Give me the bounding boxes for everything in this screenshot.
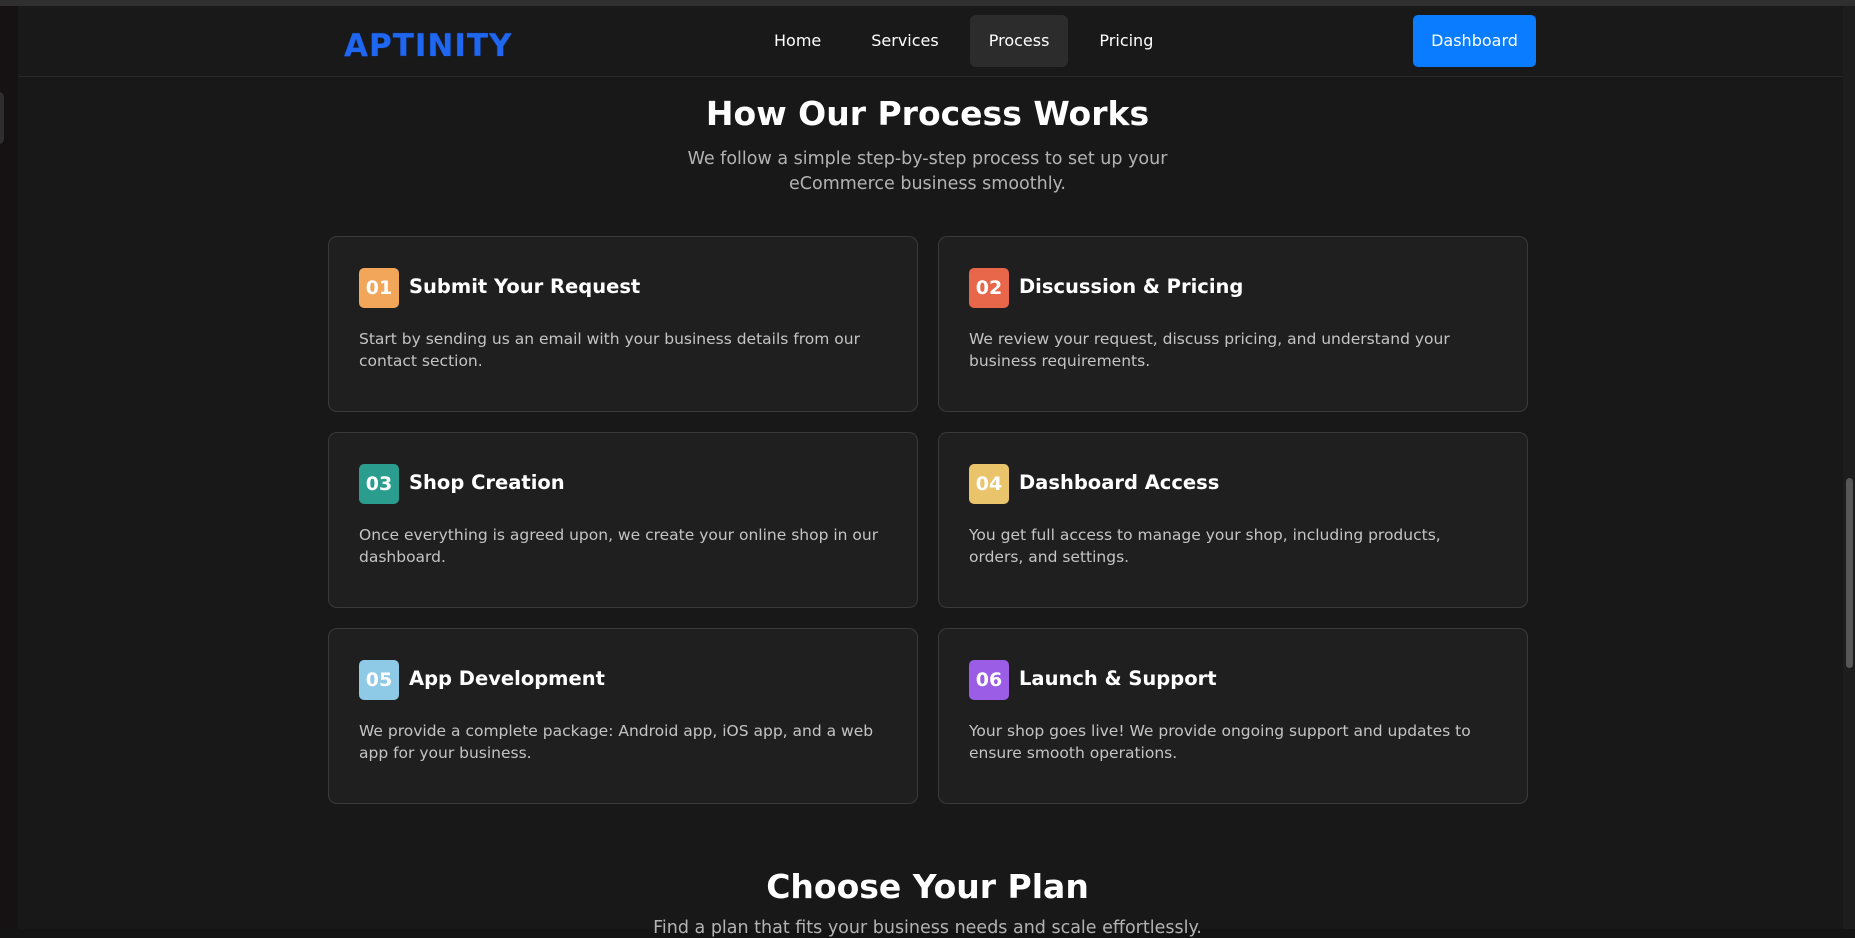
process-section-subtitle: We follow a simple step-by-step process … <box>687 149 1168 194</box>
step-number-badge: 01 <box>359 268 399 308</box>
step-number-badge: 04 <box>969 464 1009 504</box>
process-section-title: How Our Process Works <box>705 94 1150 133</box>
plans-section-subtitle: Find a plan that fits your business need… <box>653 918 1202 938</box>
step-number-badge: 03 <box>359 464 399 504</box>
step-number-badge: 02 <box>969 268 1009 308</box>
step-title: App Development <box>409 667 605 690</box>
step-title: Submit Your Request <box>409 275 641 298</box>
browser-viewport: APTINITY Home Services Process Pricing D… <box>0 0 1855 938</box>
step-number-badge: 05 <box>359 660 399 700</box>
step-description: We review your request, discuss pricing,… <box>969 330 1450 370</box>
nav-link-process[interactable]: Process <box>969 15 1069 67</box>
step-title: Discussion & Pricing <box>1019 275 1244 298</box>
step-description: You get full access to manage your shop,… <box>969 526 1441 566</box>
nav-link-pricing[interactable]: Pricing <box>1080 15 1172 67</box>
step-title: Dashboard Access <box>1019 471 1220 494</box>
scrollbar-track[interactable] <box>1843 6 1855 929</box>
process-step-card: 03 Shop Creation Once everything is agre… <box>328 432 918 608</box>
left-window-edge <box>0 6 18 929</box>
plans-section-title: Choose Your Plan <box>766 867 1089 906</box>
top-navbar: APTINITY Home Services Process Pricing D… <box>18 6 1843 77</box>
dashboard-button[interactable]: Dashboard <box>1413 15 1536 67</box>
scrollbar-thumb[interactable] <box>1846 478 1853 668</box>
step-description: We provide a complete package: Android a… <box>359 722 874 762</box>
process-step-card: 01 Submit Your Request Start by sending … <box>328 236 918 412</box>
process-step-card: 06 Launch & Support Your shop goes live!… <box>938 628 1528 804</box>
nav-link-services[interactable]: Services <box>852 15 957 67</box>
step-title: Launch & Support <box>1019 667 1217 690</box>
process-step-card: 02 Discussion & Pricing We review your r… <box>938 236 1528 412</box>
process-step-card: 05 App Development We provide a complete… <box>328 628 918 804</box>
step-description: Once everything is agreed upon, we creat… <box>359 526 879 566</box>
nav-link-home[interactable]: Home <box>755 15 840 67</box>
process-step-card: 04 Dashboard Access You get full access … <box>938 432 1528 608</box>
step-description: Start by sending us an email with your b… <box>359 330 860 370</box>
step-description: Your shop goes live! We provide ongoing … <box>969 722 1471 762</box>
step-title: Shop Creation <box>409 471 565 494</box>
step-number-badge: 06 <box>969 660 1009 700</box>
brand-logo[interactable]: APTINITY <box>344 26 512 66</box>
nav-links: Home Services Process Pricing <box>755 15 1172 67</box>
